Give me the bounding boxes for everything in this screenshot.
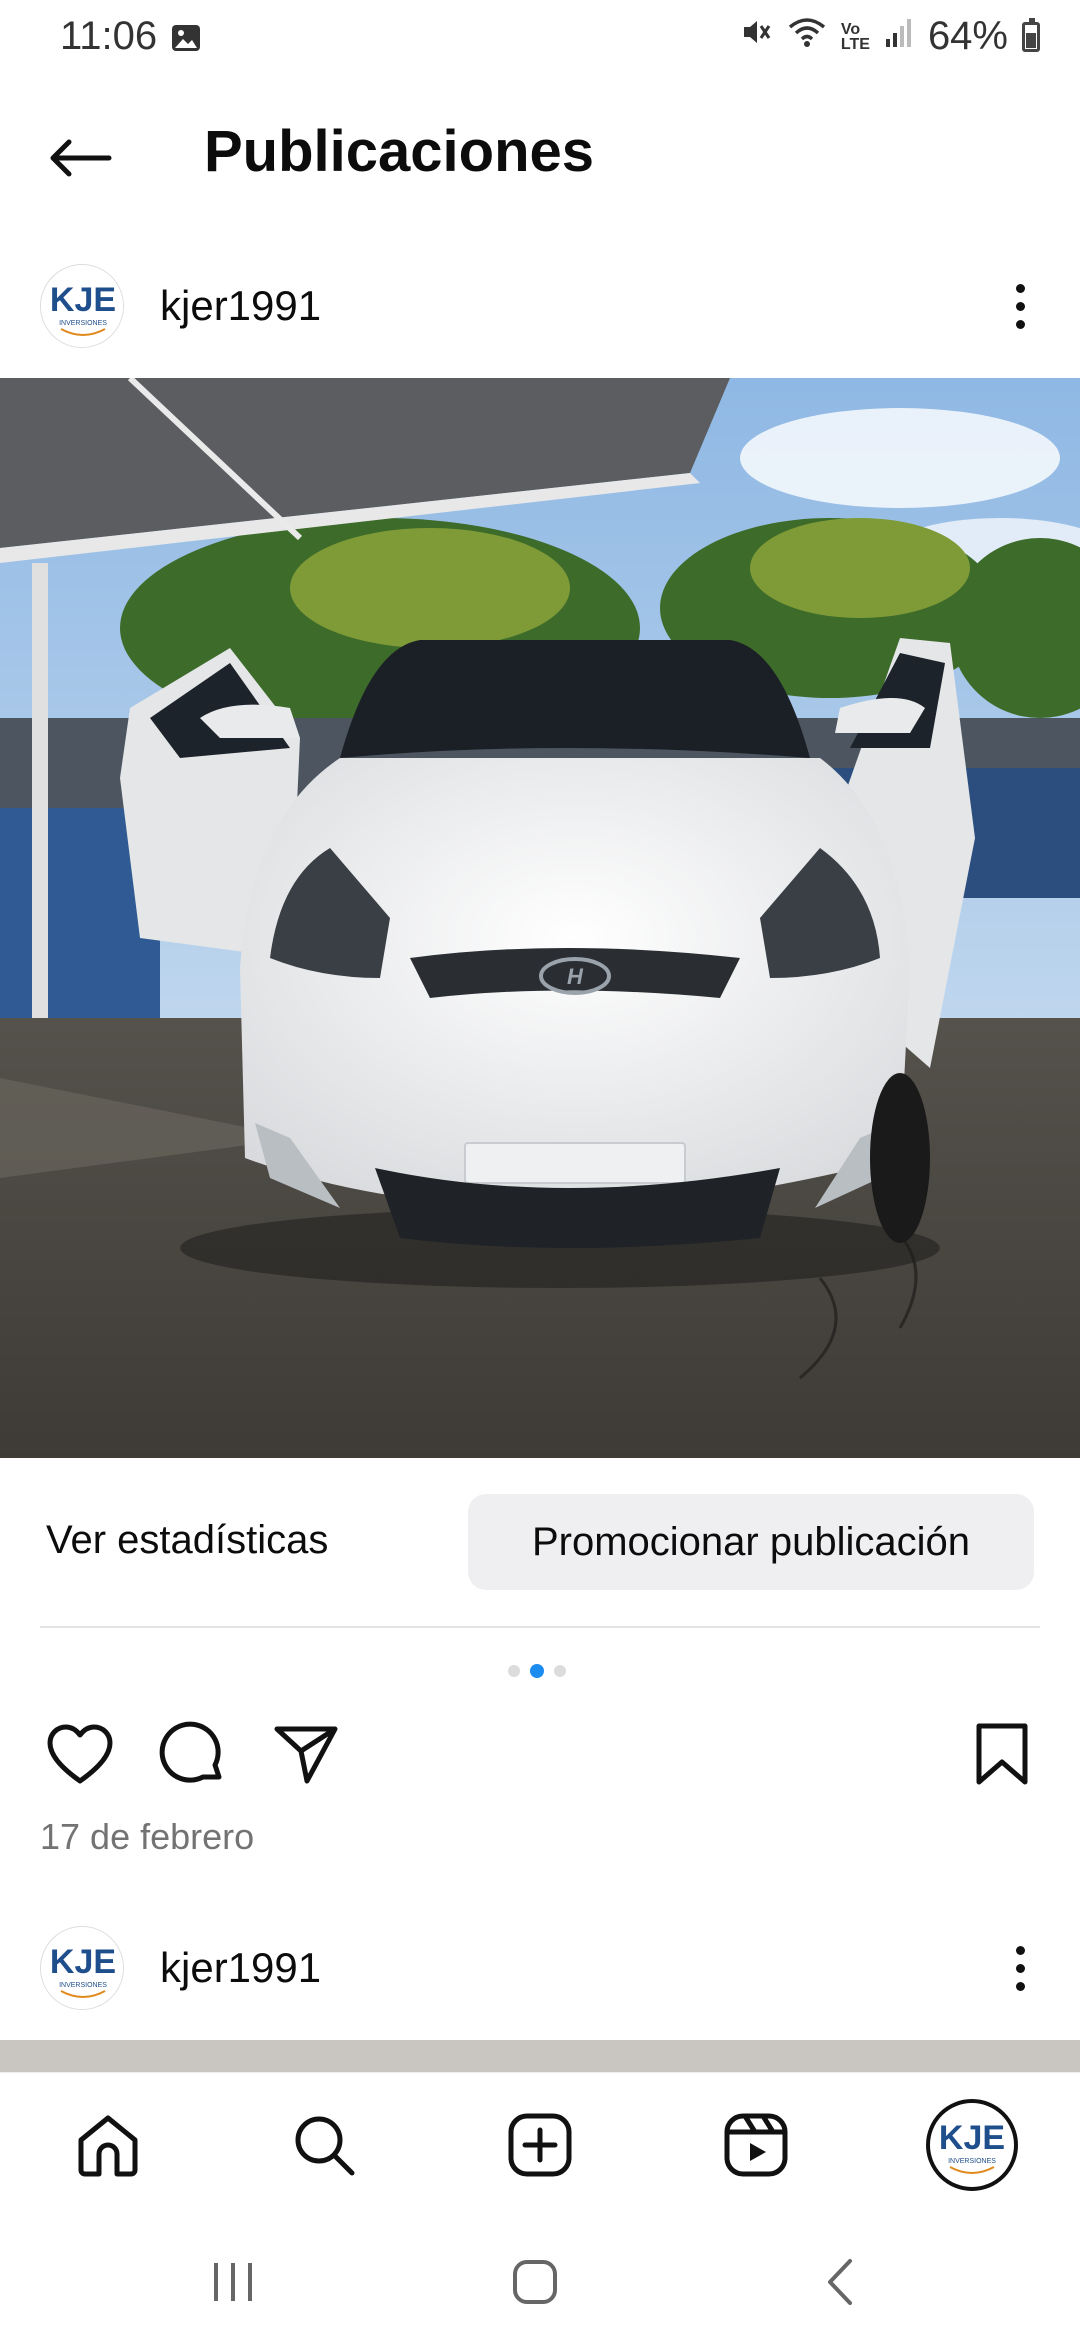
heart-icon bbox=[47, 1724, 113, 1784]
svg-text:KJE: KJE bbox=[939, 2119, 1005, 2157]
home-square-icon bbox=[513, 2260, 557, 2304]
post-username[interactable]: kjer1991 bbox=[160, 282, 321, 330]
chevron-left-icon bbox=[828, 2259, 852, 2305]
nav-reels[interactable] bbox=[716, 2105, 796, 2185]
profile-avatar: KJE INVERSIONES bbox=[926, 2099, 1018, 2191]
nav-search[interactable] bbox=[284, 2105, 364, 2185]
svg-text:INVERSIONES: INVERSIONES bbox=[948, 2158, 996, 2165]
nav-profile[interactable]: KJE INVERSIONES bbox=[926, 2099, 1018, 2191]
search-icon bbox=[295, 2116, 355, 2176]
status-time: 11:06 bbox=[60, 14, 158, 58]
recent-apps-button[interactable] bbox=[198, 2254, 268, 2310]
avatar[interactable]: KJE INVERSIONES bbox=[40, 264, 124, 348]
volte-icon: Vo LTE bbox=[840, 20, 870, 53]
nav-home[interactable] bbox=[68, 2105, 148, 2185]
battery-icon bbox=[1022, 17, 1040, 52]
share-button[interactable] bbox=[266, 1714, 346, 1794]
svg-text:KJE: KJE bbox=[50, 1943, 116, 1981]
more-options-button[interactable] bbox=[1000, 1928, 1040, 2008]
divider bbox=[40, 1626, 1040, 1628]
share-icon bbox=[274, 1726, 338, 1784]
nav-create[interactable] bbox=[500, 2105, 580, 2185]
svg-text:INVERSIONES: INVERSIONES bbox=[59, 320, 107, 327]
carousel-dot bbox=[508, 1665, 520, 1677]
battery-percent: 64% bbox=[927, 14, 1008, 58]
signal-icon bbox=[884, 14, 914, 59]
comment-icon bbox=[159, 1721, 222, 1783]
wifi-icon bbox=[787, 14, 827, 59]
bookmark-icon bbox=[976, 1723, 1028, 1785]
back-button[interactable] bbox=[40, 120, 120, 196]
arrow-left-icon bbox=[50, 139, 112, 177]
page-title: Publicaciones bbox=[204, 119, 595, 184]
promote-post-button[interactable]: Promocionar publicación bbox=[468, 1494, 1034, 1590]
post-photo[interactable]: H bbox=[0, 378, 1080, 1458]
next-post-username[interactable]: kjer1991 bbox=[160, 1944, 321, 1992]
bottom-nav: KJE INVERSIONES bbox=[0, 2072, 1080, 2213]
carousel-dot bbox=[554, 1665, 566, 1677]
system-navigation-bar bbox=[0, 2212, 1080, 2340]
recent-apps-icon bbox=[214, 2263, 252, 2301]
view-stats-link[interactable]: Ver estadísticas bbox=[46, 1518, 328, 1563]
avatar[interactable]: KJE INVERSIONES bbox=[40, 1926, 124, 2010]
svg-text:H: H bbox=[567, 964, 584, 989]
carousel-indicator bbox=[508, 1664, 566, 1678]
mute-icon bbox=[739, 14, 773, 59]
next-post-photo[interactable] bbox=[0, 2040, 1080, 2072]
svg-text:KJE: KJE bbox=[50, 281, 116, 319]
reels-icon bbox=[724, 2113, 788, 2177]
create-icon bbox=[508, 2113, 572, 2177]
like-button[interactable] bbox=[40, 1714, 120, 1794]
home-system-button[interactable] bbox=[500, 2254, 570, 2310]
post-date: 17 de febrero bbox=[40, 1816, 255, 1857]
carousel-dot-active bbox=[530, 1664, 544, 1678]
status-indicators: Vo LTE 64% bbox=[739, 14, 1040, 59]
comment-button[interactable] bbox=[152, 1714, 232, 1794]
back-system-button[interactable] bbox=[804, 2254, 874, 2310]
more-options-button[interactable] bbox=[1000, 266, 1040, 346]
save-button[interactable] bbox=[962, 1714, 1042, 1794]
gallery-icon bbox=[170, 22, 202, 59]
home-icon bbox=[78, 2115, 138, 2177]
svg-text:INVERSIONES: INVERSIONES bbox=[59, 1982, 107, 1989]
